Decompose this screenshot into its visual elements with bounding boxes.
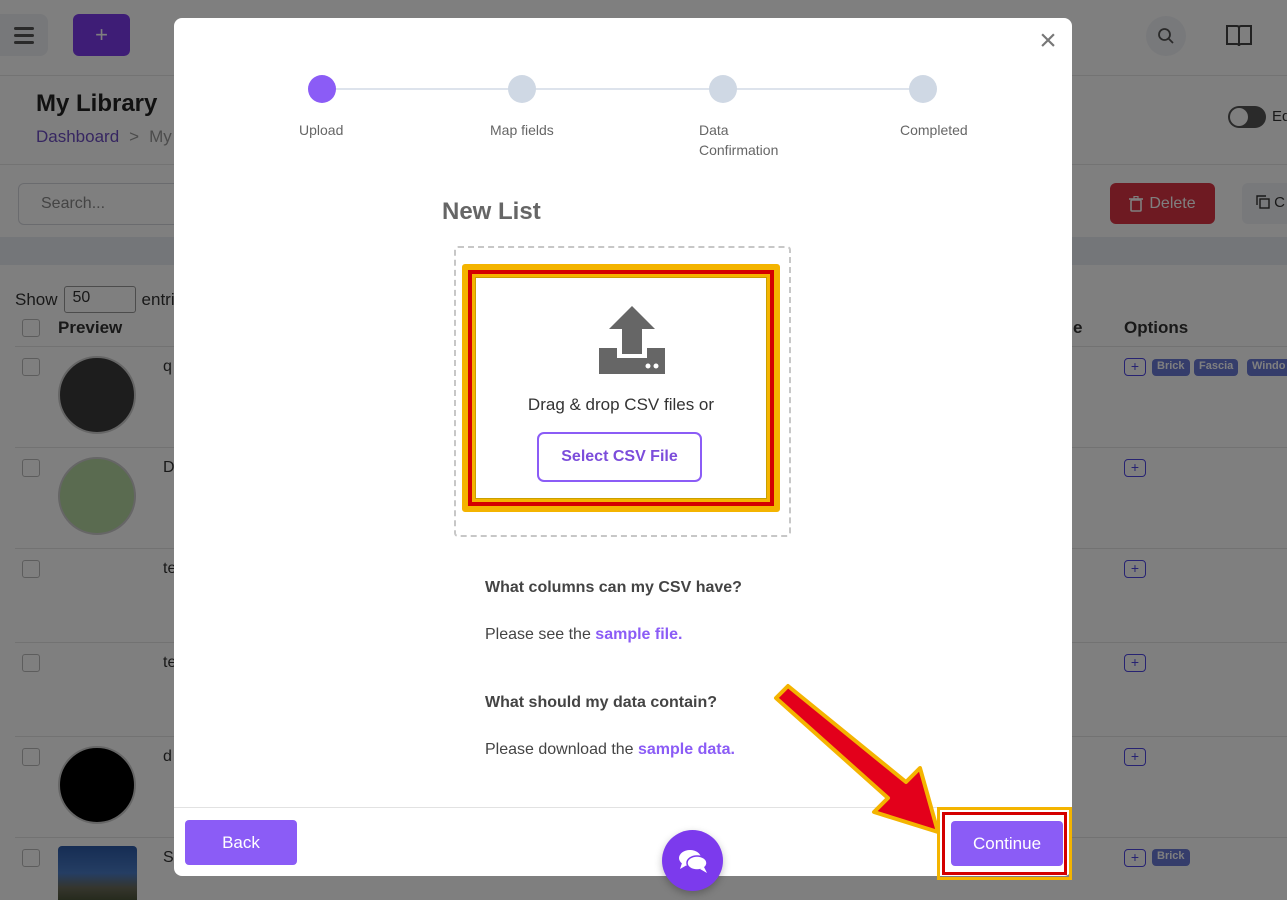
sample-file-link[interactable]: sample file. <box>595 626 682 643</box>
back-button[interactable]: Back <box>185 820 297 865</box>
select-csv-file-button[interactable]: Select CSV File <box>537 432 702 482</box>
continue-highlight: Continue <box>937 807 1072 880</box>
step-map-fields-dot <box>508 75 536 103</box>
faq-answer-columns: Please see the sample file. <box>485 626 682 644</box>
faq-answer-columns-text: Please see the <box>485 626 596 643</box>
step-data-confirmation-dot <box>709 75 737 103</box>
faq-answer-data: Please download the sample data. <box>485 741 735 759</box>
sample-data-link[interactable]: sample data. <box>638 741 735 758</box>
close-icon[interactable]: × <box>1036 26 1060 56</box>
upload-icon <box>599 306 665 374</box>
chat-icon[interactable] <box>662 830 723 891</box>
modal-title: New List <box>442 198 541 225</box>
faq-answer-data-text: Please download the <box>485 741 638 758</box>
step-completed-dot <box>909 75 937 103</box>
faq-question-columns: What columns can my CSV have? <box>485 579 742 596</box>
step-completed-label: Completed <box>900 122 968 138</box>
step-data-label-line1: Data <box>699 122 729 138</box>
step-data-label-line2: Confirmation <box>699 142 779 158</box>
dropzone-inner[interactable]: Drag & drop CSV files or Select CSV File <box>475 277 767 499</box>
annotation-arrow-icon <box>774 684 940 834</box>
step-upload-dot <box>308 75 336 103</box>
step-data-confirmation-label: Data Confirmation <box>699 120 778 160</box>
stepper-track <box>322 88 922 90</box>
faq-question-data: What should my data contain? <box>485 694 718 711</box>
dropzone-highlight: Drag & drop CSV files or Select CSV File <box>462 264 780 512</box>
dropzone-text: Drag & drop CSV files or <box>527 395 715 414</box>
step-upload-label: Upload <box>299 122 344 138</box>
step-map-fields-label: Map fields <box>490 122 554 138</box>
continue-button[interactable]: Continue <box>951 821 1063 866</box>
